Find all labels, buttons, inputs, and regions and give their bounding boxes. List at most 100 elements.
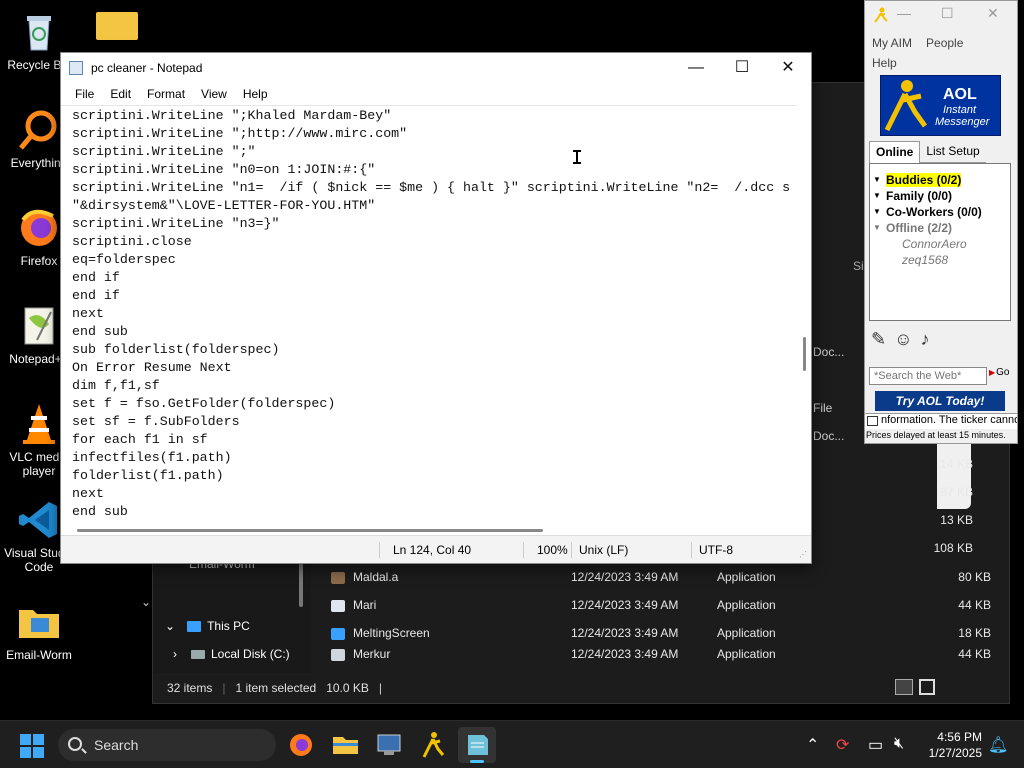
resize-grip-icon[interactable]: ⋰ [799, 550, 807, 559]
file-name: Maldal.a [353, 570, 399, 584]
taskbar-firefox-icon[interactable] [282, 727, 320, 763]
tab-online[interactable]: Online [869, 141, 921, 163]
file-size: 18 KB [958, 626, 991, 640]
text-cursor-icon [573, 150, 581, 164]
desktop-icon-label: Email-Worm [6, 648, 72, 662]
volume-muted-icon[interactable]: 🔇︎ [894, 735, 904, 753]
tiles-view-icon[interactable] [919, 679, 935, 695]
file-type: Application [717, 598, 776, 612]
buddy-item[interactable]: zeq1568 [870, 252, 1010, 268]
group-co-workers[interactable]: Co-Workers (0/0) [870, 204, 1010, 220]
file-name: Mari [353, 598, 377, 612]
search-label: Search [94, 737, 139, 753]
logo-line2: Messenger [935, 116, 990, 128]
file-type-partial: Doc... [813, 345, 845, 359]
taskbar-file-explorer-icon[interactable] [326, 727, 364, 763]
taskbar-search[interactable]: Search [58, 729, 276, 761]
desktop-icon-email-worm[interactable]: Email-Worm [4, 600, 74, 662]
cursor-position: Ln 124, Col 40 [393, 543, 472, 557]
menu-bar: File Edit Format View Help [61, 83, 811, 105]
column-header-size[interactable]: Si [853, 259, 864, 273]
ticker-text: nformation. The ticker cannot [881, 414, 1017, 426]
file-size: 13 KB [940, 513, 973, 527]
recycle-bin-icon [17, 10, 61, 54]
chat-icon[interactable]: ☺ [894, 329, 912, 350]
tree-item-this-pc[interactable]: ⌄ This PC [165, 619, 250, 633]
table-row[interactable]: MeltingScreen 12/24/2023 3:49 AM Applica… [331, 619, 991, 647]
close-button[interactable]: ✕ [987, 5, 999, 22]
application-icon [331, 628, 345, 640]
menu-format[interactable]: Format [139, 83, 193, 105]
tree-item-local-disk[interactable]: › Local Disk (C:) [173, 647, 290, 661]
text-editor[interactable]: scriptini.WriteLine ";Khaled Mardam-Bey"… [61, 105, 797, 523]
group-offline[interactable]: Offline (2/2) [870, 220, 1010, 236]
menu-file[interactable]: File [67, 83, 102, 105]
drive-icon [191, 649, 205, 659]
file-type: Application [717, 647, 776, 661]
minimize-button[interactable]: — [673, 53, 719, 83]
clock[interactable]: 4:56 PM 1/27/2025 [912, 729, 982, 761]
aol-ad-banner[interactable]: Try AOL Today! [875, 391, 1005, 411]
magnifier-icon [17, 108, 61, 152]
chevron-up-icon[interactable]: ⌃ [806, 735, 819, 755]
menu-edit[interactable]: Edit [102, 83, 139, 105]
file-date: 12/24/2023 3:49 AM [571, 626, 679, 640]
scrollbar[interactable] [299, 559, 303, 607]
menu-view[interactable]: View [193, 83, 235, 105]
group-label: Offline (2/2) [886, 221, 953, 235]
maximize-button[interactable]: ☐ [719, 53, 765, 83]
monitor-icon [187, 620, 202, 632]
maximize-button[interactable]: ☐ [941, 5, 954, 22]
file-date: 12/24/2023 3:49 AM [571, 570, 679, 584]
vertical-scrollbar[interactable] [797, 105, 811, 523]
horizontal-scrollbar[interactable] [61, 523, 797, 535]
chevron-down-icon[interactable]: ⌄ [141, 595, 151, 609]
menu-my-aim[interactable]: My AIM [872, 36, 912, 50]
table-row[interactable]: Mari 12/24/2023 3:49 AM Application 44 K… [331, 591, 991, 619]
buddy-list: Buddies (0/2) Family (0/0) Co-Workers (0… [869, 163, 1011, 321]
notepad-window: pc cleaner - Notepad — ☐ ✕ File Edit For… [60, 52, 812, 564]
notification-bell-icon[interactable]: 🔔︎ [988, 735, 1008, 755]
search-icon [68, 737, 82, 751]
menu-help[interactable]: Help [872, 56, 897, 70]
stock-ticker: nformation. The ticker cannot [865, 413, 1017, 429]
talk-icon[interactable]: ♪ [920, 329, 929, 350]
close-button[interactable]: ✕ [765, 53, 811, 83]
chevron-down-icon: ⌄ [165, 619, 176, 633]
taskbar-aim-icon[interactable] [414, 727, 452, 763]
aim-tabs: Online List Setup [869, 141, 1009, 163]
folder-icon[interactable] [96, 12, 138, 40]
web-search-input[interactable] [869, 367, 987, 385]
aim-menu-bar: My AIM People Help [865, 31, 1017, 73]
aim-action-icons: ✎ ☺ ♪ [871, 329, 929, 350]
group-label: Family (0/0) [886, 189, 953, 203]
file-name: MeltingScreen [353, 626, 430, 640]
aol-brand: AOL [943, 86, 977, 103]
minimize-button[interactable]: — [897, 5, 911, 21]
network-icon[interactable]: ▭ [868, 735, 883, 755]
ticker-icon [867, 416, 878, 426]
scroll-thumb[interactable] [803, 337, 806, 371]
details-view-icon[interactable] [895, 679, 913, 695]
table-row[interactable]: Merkur 12/24/2023 3:49 AM Application 44… [331, 647, 991, 661]
application-icon [331, 649, 345, 661]
file-date: 12/24/2023 3:49 AM [571, 647, 679, 661]
group-family[interactable]: Family (0/0) [870, 188, 1010, 204]
scroll-thumb[interactable] [77, 529, 543, 532]
title-bar[interactable]: — ☐ ✕ [865, 1, 1017, 31]
go-button[interactable]: Go [989, 367, 1009, 378]
aim-logo: AOL Instant Messenger [880, 75, 1001, 136]
sync-icon[interactable]: ⟳ [836, 735, 849, 755]
taskbar-network-icon[interactable] [370, 727, 408, 763]
tab-list-setup[interactable]: List Setup [920, 141, 986, 163]
title-bar[interactable]: pc cleaner - Notepad — ☐ ✕ [61, 53, 811, 83]
table-row[interactable]: Maldal.a 12/24/2023 3:49 AM Application … [331, 563, 991, 591]
menu-people[interactable]: People [926, 36, 963, 50]
windows-start-icon[interactable] [20, 734, 44, 758]
chevron-right-icon: › [173, 647, 177, 661]
buddy-item[interactable]: ConnorAero [870, 236, 1010, 252]
im-icon[interactable]: ✎ [871, 329, 886, 350]
menu-help[interactable]: Help [235, 83, 276, 105]
taskbar-notepad-icon[interactable] [458, 727, 496, 763]
group-buddies[interactable]: Buddies (0/2) [870, 172, 1010, 188]
